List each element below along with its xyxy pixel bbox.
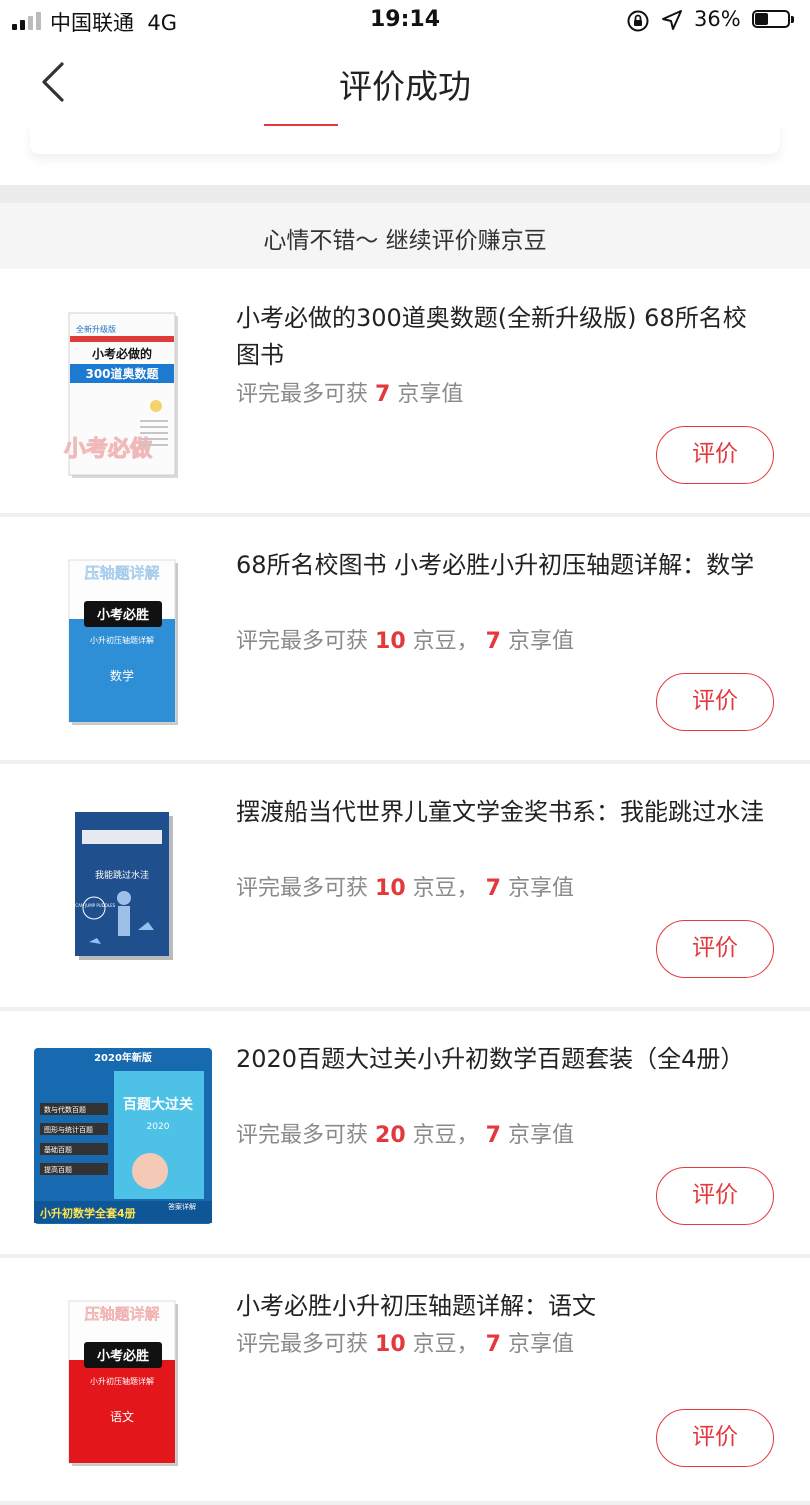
cover-ribbon-text: 2020年新版: [94, 1051, 152, 1064]
book-cover-image: 压轴题详解 小考必胜 小升初压轴题详解 语文: [68, 1300, 178, 1466]
product-item: 压轴题详解 小考必胜 小升初压轴题详解 语文 小考必胜小升初压轴题详解：语文 评…: [0, 1258, 810, 1505]
status-bar: 中国联通 4G 19:14 36%: [0, 0, 810, 44]
bean-count: 20: [375, 1123, 406, 1148]
review-button[interactable]: 评价: [656, 426, 774, 484]
battery-icon: [752, 10, 796, 30]
product-image[interactable]: 我能跳过水洼 I CAN JUMP PUDDLES: [34, 800, 212, 978]
product-image[interactable]: 2020年新版 百题大过关 2020 数与代数百题 图形与统计百题 基础百题 提…: [34, 1047, 212, 1225]
cover-watermark: 小考必做: [64, 436, 153, 462]
orientation-lock-icon: [627, 10, 649, 32]
continue-review-banner: 心情不错～ 继续评价赚京豆: [0, 203, 810, 269]
cover-subject: 数学: [110, 668, 134, 683]
cover-sub-text: 小升初压轴题详解: [90, 635, 154, 645]
battery-percent: 36%: [694, 7, 741, 31]
product-item: 压轴题详解 小考必胜 小升初压轴题详解 数学 68所名校图书 小考必胜小升初压轴…: [0, 517, 810, 764]
product-image[interactable]: 压轴题详解 小考必胜 小升初压轴题详解 语文: [34, 1294, 212, 1472]
bean-count: 10: [375, 876, 406, 901]
product-image[interactable]: 压轴题详解 小考必胜 小升初压轴题详解 数学: [34, 553, 212, 731]
product-title[interactable]: 2020百题大过关小升初数学百题套装（全4册）: [236, 1041, 766, 1078]
value-count: 7: [375, 382, 391, 407]
bean-count: 10: [375, 1332, 406, 1357]
cover-title-line1: 小考必做的: [92, 346, 152, 361]
reward-info: 评完最多可获 10 京豆， 7 京享值: [236, 629, 574, 654]
reward-info: 评完最多可获 10 京豆， 7 京享值: [236, 876, 574, 901]
product-image[interactable]: 全新升级版 小考必做的 300道奥数题 小考必做: [34, 306, 212, 484]
cover-badge: I CAN JUMP PUDDLES: [73, 903, 116, 908]
cover-tag: 数与代数百题: [44, 1105, 86, 1114]
cover-top-text: 压轴题详解: [84, 1305, 159, 1323]
cover-book-title: 百题大过关: [123, 1096, 193, 1113]
reward-info: 评完最多可获 7 京享值: [236, 382, 464, 407]
product-item: 我能跳过水洼 I CAN JUMP PUDDLES 摆渡船当代世界儿童文学金奖书…: [0, 764, 810, 1011]
book-cover-image: 压轴题详解 小考必胜 小升初压轴题详解 数学: [68, 559, 178, 725]
cover-answer: 答案详解: [168, 1202, 196, 1211]
review-button[interactable]: 评价: [656, 1409, 774, 1467]
review-button[interactable]: 评价: [656, 1167, 774, 1225]
cover-tag: 图形与统计百题: [44, 1125, 93, 1134]
reward-info: 评完最多可获 20 京豆， 7 京享值: [236, 1123, 574, 1148]
status-time: 19:14: [369, 7, 441, 32]
cover-band-text: 小考必胜: [97, 1348, 149, 1364]
product-title[interactable]: 小考必做的300道奥数题(全新升级版) 68所名校图书: [236, 300, 766, 374]
review-button[interactable]: 评价: [656, 920, 774, 978]
product-title[interactable]: 摆渡船当代世界儿童文学金奖书系：我能跳过水洼: [236, 794, 766, 831]
value-count: 7: [485, 1332, 501, 1357]
review-summary-card: [30, 122, 780, 154]
cover-top-text: 压轴题详解: [84, 564, 159, 582]
bean-count: 10: [375, 629, 406, 654]
product-item: 2020年新版 百题大过关 2020 数与代数百题 图形与统计百题 基础百题 提…: [0, 1011, 810, 1258]
cover-tag: 基础百题: [44, 1145, 72, 1154]
book-cover-image: 我能跳过水洼 I CAN JUMP PUDDLES: [73, 812, 173, 960]
product-title[interactable]: 小考必胜小升初压轴题详解：语文: [236, 1288, 766, 1325]
cover-title-line2: 300道奥数题: [85, 366, 159, 381]
value-count: 7: [485, 876, 501, 901]
continue-review-text: 心情不错～ 继续评价赚京豆: [263, 228, 547, 254]
cover-subject: 语文: [110, 1409, 134, 1424]
book-cover-image: 2020年新版 百题大过关 2020 数与代数百题 图形与统计百题 基础百题 提…: [34, 1048, 212, 1224]
value-count: 7: [485, 1123, 501, 1148]
product-item: 全新升级版 小考必做的 300道奥数题 小考必做 小考必做的300道奥数题(全新…: [0, 270, 810, 517]
section-divider: [0, 185, 810, 203]
tab-indicator: [264, 124, 338, 126]
cover-title: 我能跳过水洼: [95, 869, 149, 881]
product-title[interactable]: 68所名校图书 小考必胜小升初压轴题详解：数学: [236, 547, 766, 584]
reward-info: 评完最多可获 10 京豆， 7 京享值: [236, 1332, 574, 1357]
cover-bottom-text: 小升初数学全套4册: [39, 1206, 136, 1220]
page-title: 评价成功: [339, 67, 471, 106]
cover-tag: 提高百题: [44, 1165, 72, 1174]
book-cover-image: 全新升级版 小考必做的 300道奥数题 小考必做: [63, 312, 178, 478]
cover-year: 2020: [147, 1122, 170, 1132]
cover-sub-text: 小升初压轴题详解: [90, 1376, 154, 1386]
cover-band-text: 小考必胜: [97, 607, 149, 623]
cover-ribbon-text: 全新升级版: [76, 324, 116, 334]
review-button[interactable]: 评价: [656, 673, 774, 731]
value-count: 7: [485, 629, 501, 654]
nav-bar: 评价成功: [0, 44, 810, 122]
location-arrow-icon: [662, 10, 682, 30]
